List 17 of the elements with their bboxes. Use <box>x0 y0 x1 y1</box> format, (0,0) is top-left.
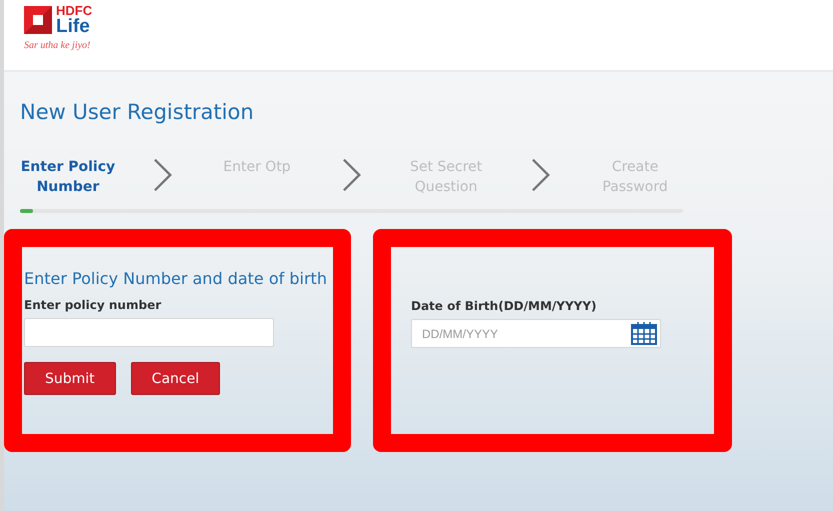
chevron-icon <box>530 157 550 193</box>
chevron-icon <box>342 157 362 193</box>
logo-name: Life <box>56 17 91 36</box>
submit-button[interactable]: Submit <box>24 362 116 395</box>
logo-icon <box>24 6 52 34</box>
calendar-icon[interactable] <box>631 321 657 345</box>
panel-heading: Enter Policy Number and date of birth <box>24 269 328 288</box>
page-title: New User Registration <box>20 100 255 124</box>
field-label: Date of Birth(DD/MM/YYYY) <box>411 299 598 313</box>
cancel-button[interactable]: Cancel <box>130 362 220 395</box>
date-field[interactable]: DD/MM/YYYY <box>411 319 661 348</box>
logo-brand: HDFC <box>56 4 92 17</box>
input-field[interactable] <box>24 318 274 347</box>
chevron-icon <box>152 157 172 193</box>
logo-tagline: Sar utha ke jiyo! <box>24 40 92 51</box>
field-label: Enter policy number <box>24 298 162 312</box>
step-tab[interactable]: Enter Policy Number <box>20 157 116 197</box>
